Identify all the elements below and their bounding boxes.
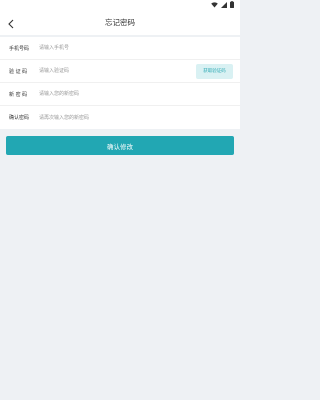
new-password-row: 新 密 码 <box>0 83 240 106</box>
code-row: 验 证 码 获取验证码 <box>0 60 240 83</box>
confirm-password-row: 确认密码 <box>0 106 240 129</box>
phone-row: 手机号码 <box>0 37 240 60</box>
wifi-icon <box>211 1 218 8</box>
new-password-label: 新 密 码 <box>9 91 28 98</box>
status-icons <box>211 1 234 8</box>
phone-label: 手机号码 <box>9 45 30 52</box>
new-password-input[interactable] <box>39 87 233 101</box>
code-label: 验 证 码 <box>9 68 28 75</box>
phone-input[interactable] <box>39 41 233 55</box>
nav-bar: 忘记密码 <box>0 10 240 35</box>
chevron-left-icon <box>8 14 14 33</box>
code-input[interactable] <box>39 64 196 78</box>
confirm-button[interactable]: 确认修改 <box>6 136 234 155</box>
battery-icon <box>230 1 234 8</box>
confirm-password-input[interactable] <box>39 110 233 125</box>
status-bar <box>0 0 240 10</box>
reset-password-form: 手机号码 验 证 码 获取验证码 新 密 码 确认密码 <box>0 37 240 129</box>
signal-icon <box>221 1 227 8</box>
back-button[interactable] <box>4 15 18 31</box>
get-code-button[interactable]: 获取验证码 <box>196 63 233 79</box>
page-title: 忘记密码 <box>105 18 135 27</box>
actions: 确认修改 <box>0 129 240 155</box>
confirm-password-label: 确认密码 <box>9 115 30 121</box>
